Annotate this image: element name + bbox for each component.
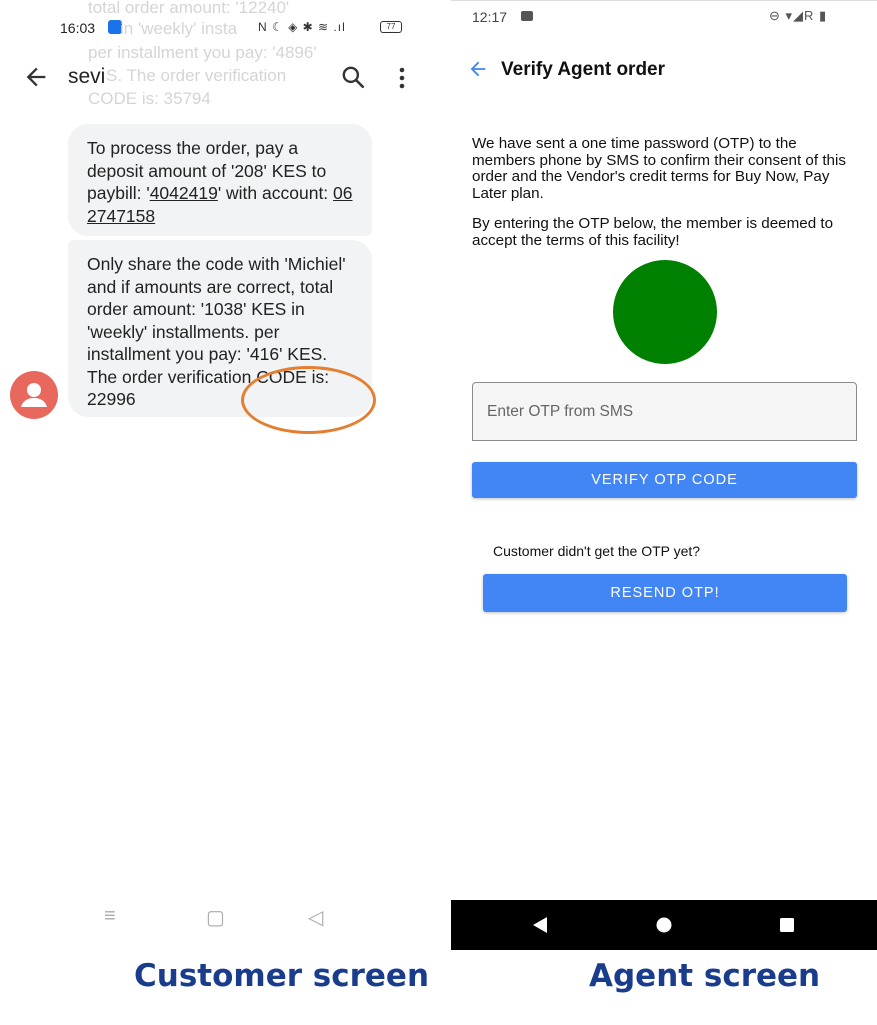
- system-status-icons: ⊖ ▾◢R ▮: [769, 8, 828, 23]
- more-vertical-icon[interactable]: [392, 66, 412, 90]
- verify-otp-button[interactable]: VERIFY OTP CODE: [472, 462, 857, 498]
- arrow-left-icon[interactable]: [467, 58, 489, 80]
- recents-nav-icon[interactable]: [780, 918, 794, 932]
- system-nav-bar: ≡ ▢ ◁: [0, 905, 428, 941]
- arrow-left-icon[interactable]: [22, 63, 50, 91]
- terms-info-text: By entering the OTP below, the member is…: [472, 215, 834, 249]
- resend-otp-button[interactable]: RESEND OTP!: [483, 574, 847, 612]
- agent-phone-screen: 12:17 ⊖ ▾◢R ▮ Verify Agent order We have…: [451, 0, 877, 950]
- back-nav-icon[interactable]: ◁: [308, 905, 323, 930]
- ghost-text-line: in 'weekly' insta: [120, 19, 238, 38]
- image-notification-icon: [521, 11, 533, 21]
- status-bar: 12:17 ⊖ ▾◢R ▮: [451, 1, 877, 31]
- person-icon: [21, 383, 47, 407]
- customer-screen-caption: Customer screen: [134, 958, 430, 994]
- search-icon[interactable]: [340, 64, 366, 90]
- ghost-text-line: total order amount: '12240': [88, 0, 290, 17]
- status-time: 16:03: [60, 20, 96, 36]
- message-text: ' with account:: [217, 183, 334, 203]
- paybill-number-link[interactable]: 4042419: [150, 183, 218, 203]
- home-nav-icon[interactable]: [656, 917, 672, 933]
- otp-info-text: We have sent a one time password (OTP) t…: [472, 135, 846, 202]
- contact-name: sevi: [68, 65, 106, 88]
- conversation-header: sevi: [0, 50, 428, 108]
- status-time: 12:17: [472, 9, 508, 25]
- agent-screen-caption: Agent screen: [589, 958, 821, 994]
- recents-nav-icon[interactable]: ≡: [104, 905, 116, 928]
- system-nav-bar: [451, 900, 877, 950]
- verification-code-highlight: [241, 366, 376, 434]
- app-bar: Verify Agent order: [451, 49, 877, 93]
- nav-buttons: [533, 917, 794, 933]
- avatar[interactable]: [10, 371, 58, 419]
- back-nav-icon[interactable]: [533, 917, 547, 933]
- home-nav-icon[interactable]: ▢: [206, 905, 225, 930]
- otp-input[interactable]: [472, 382, 857, 441]
- resend-prompt-text: Customer didn't get the OTP yet?: [493, 543, 701, 559]
- status-indicator-circle: [613, 260, 717, 364]
- page-title: Verify Agent order: [501, 59, 666, 80]
- customer-phone-screen: 16:03 N ☾ ◈ ✱ ≋ .ıl 77 total order amoun…: [0, 0, 428, 950]
- message-bubble[interactable]: To process the order, pay a deposit amou…: [68, 124, 372, 236]
